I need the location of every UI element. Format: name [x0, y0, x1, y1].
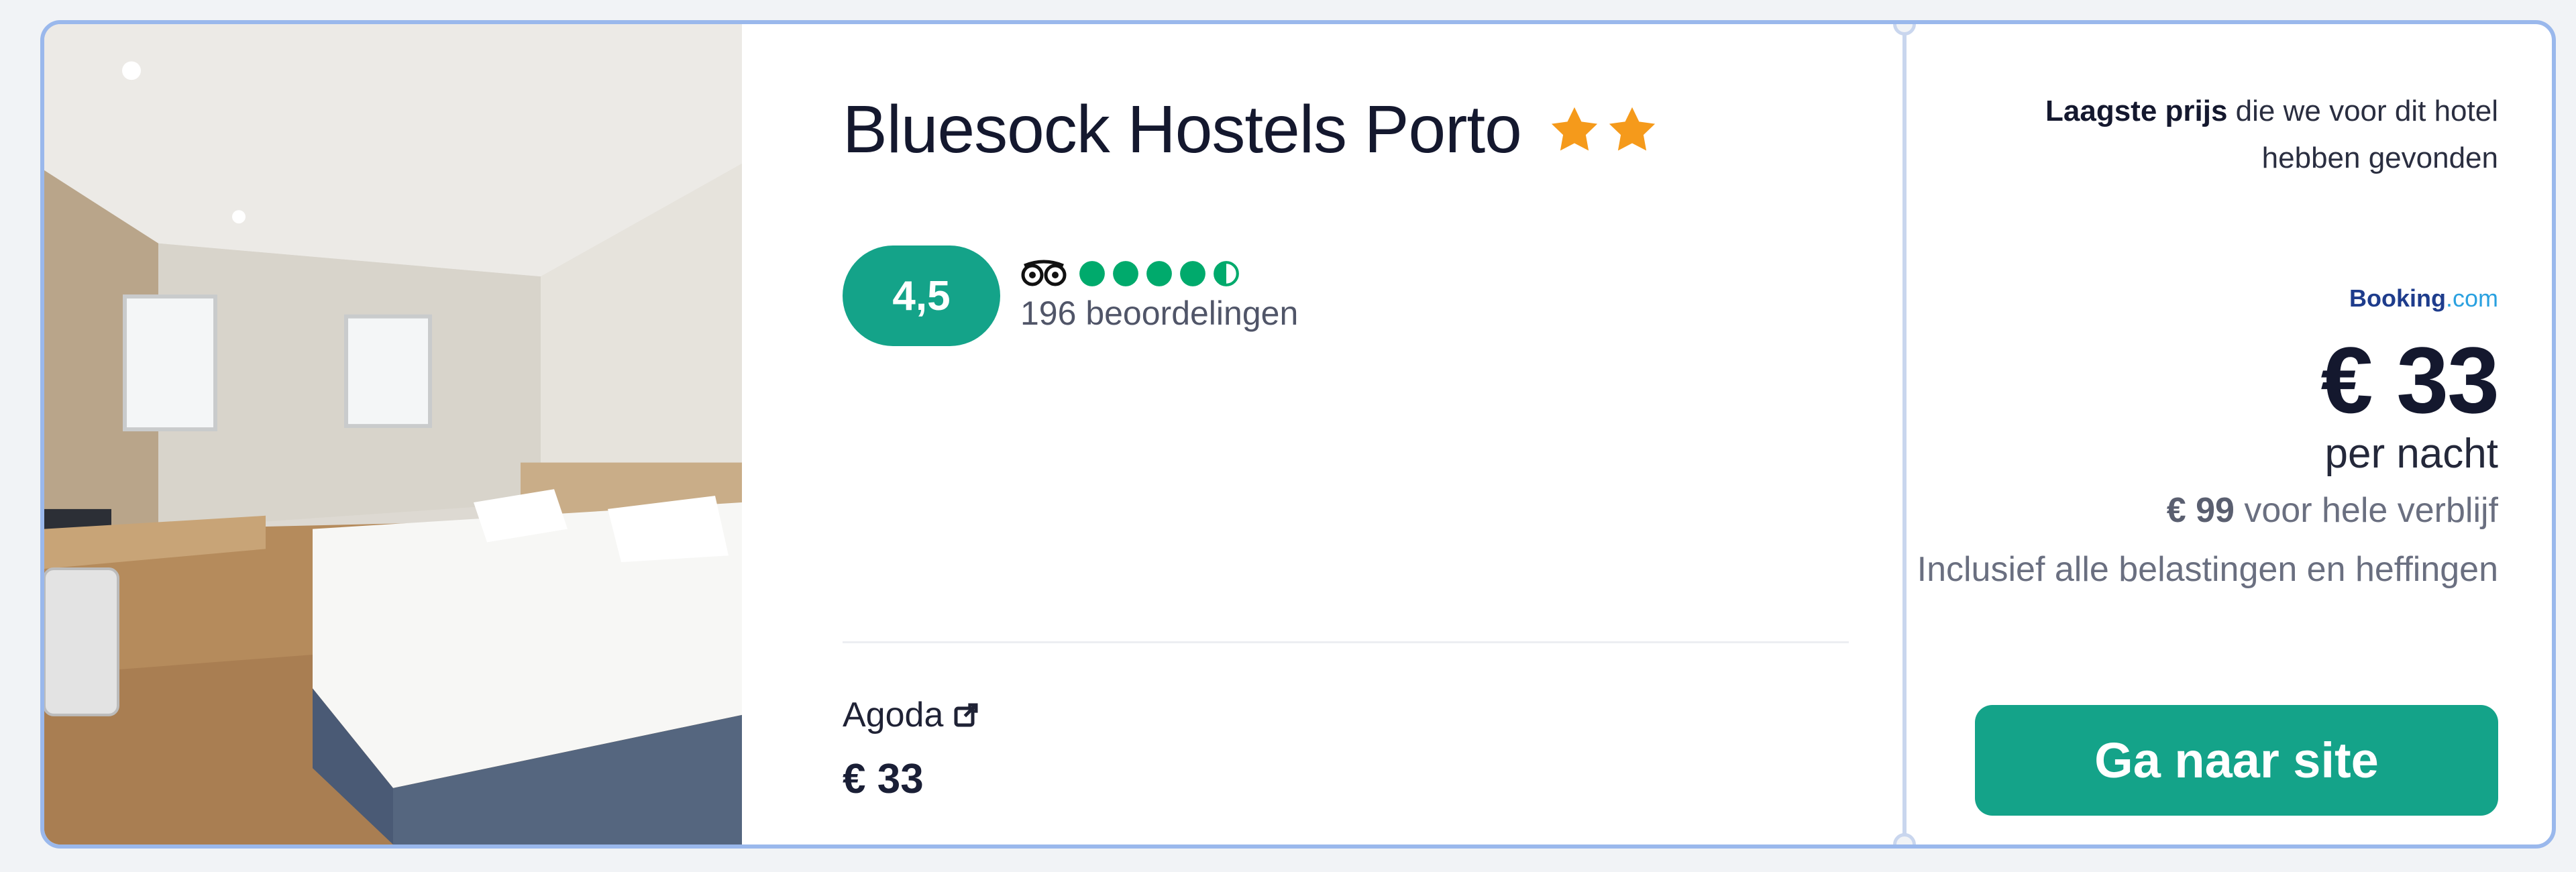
tripadvisor-rating — [1020, 259, 1298, 288]
bubble-full-icon — [1079, 261, 1105, 286]
hotel-info: Bluesock Hostels Porto 4,5 196 beoordeli… — [742, 24, 1902, 844]
tripadvisor-owl-icon — [1020, 259, 1067, 288]
room-image — [44, 24, 742, 844]
divider — [843, 641, 1849, 643]
score-value: 4,5 — [892, 272, 951, 319]
hotel-stars — [1548, 104, 1658, 156]
price-box: Laagste prijs die we voor dit hotel hebb… — [1907, 24, 2552, 844]
bubble-full-icon — [1180, 261, 1205, 286]
provider-price[interactable]: € 33 — [843, 755, 924, 803]
lowest-price-note: Laagste prijs die we voor dit hotel hebb… — [1988, 88, 2498, 182]
score-badge: 4,5 — [843, 246, 1000, 346]
provider-link[interactable]: Agoda — [843, 695, 979, 735]
lowest-price-text: die we voor dit hotel hebben gevonden — [2227, 95, 2498, 174]
total-stay-price: € 99 voor hele verblijf — [2167, 490, 2498, 531]
hotel-name[interactable]: Bluesock Hostels Porto — [843, 91, 1522, 168]
go-to-site-button[interactable]: Ga naar site — [1975, 705, 2498, 816]
total-label: voor hele verblijf — [2234, 491, 2498, 530]
taxes-note: Inclusief alle belastingen en heffingen — [1917, 550, 2498, 589]
star-icon — [1609, 107, 1655, 151]
external-link-icon — [953, 702, 979, 728]
booking-logo: Booking.com — [2349, 284, 2498, 313]
rating-bubbles — [1078, 260, 1240, 288]
provider-name[interactable]: Agoda — [843, 695, 943, 735]
hotel-result-card[interactable]: Bluesock Hostels Porto 4,5 196 beoordeli… — [40, 20, 2556, 849]
per-night-label: per nacht — [2324, 431, 2498, 477]
star-icon — [1551, 107, 1597, 151]
booking-logo-main: Booking — [2349, 284, 2446, 312]
bubble-half-icon — [1214, 261, 1239, 286]
review-count: 196 beoordelingen — [1020, 294, 1299, 332]
review-info: 196 beoordelingen — [1020, 259, 1298, 333]
bubble-full-icon — [1146, 261, 1172, 286]
lowest-price-label: Laagste prijs — [2045, 95, 2228, 127]
total-amount: € 99 — [2166, 491, 2235, 530]
hotel-title[interactable]: Bluesock Hostels Porto — [843, 91, 1658, 168]
booking-logo-domain: .com — [2445, 284, 2498, 312]
rating-row[interactable]: 4,5 196 beoordelingen — [843, 246, 1298, 346]
bubble-full-icon — [1113, 261, 1138, 286]
hotel-photo[interactable] — [44, 24, 742, 844]
nightly-price[interactable]: € 33 — [2321, 326, 2500, 435]
